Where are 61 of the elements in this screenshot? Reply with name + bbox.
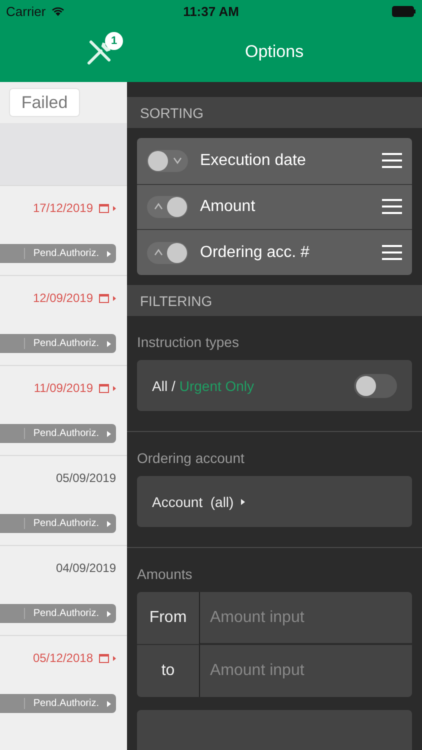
status-bar[interactable]: Pend.Authoriz. xyxy=(0,604,116,623)
status-label: Pend.Authoriz. xyxy=(33,518,99,529)
caret-icon xyxy=(107,520,111,526)
urgent-switch[interactable] xyxy=(354,374,397,398)
calendar-icon xyxy=(99,294,116,302)
section-title: FILTERING xyxy=(140,292,212,308)
field-label: Amounts xyxy=(136,565,194,584)
execution-date: 17/12/2019 xyxy=(32,201,93,215)
calendar-icon xyxy=(99,654,116,662)
calendar-icon xyxy=(99,204,116,212)
caret-icon xyxy=(107,700,111,706)
execution-date: 11/09/2019 xyxy=(34,381,93,395)
caret-icon xyxy=(107,430,111,436)
calendar-icon xyxy=(99,384,116,392)
sort-field-label: Ordering acc. # xyxy=(200,244,310,262)
amount-input-field[interactable]: Amount input xyxy=(200,592,412,644)
carrier-label: Carrier xyxy=(6,4,46,18)
from-label: From xyxy=(137,592,200,645)
field-label: Instruction types xyxy=(136,333,240,352)
status-label: Pend.Authoriz. xyxy=(33,698,99,709)
all-label: All / xyxy=(152,378,176,394)
drag-handle-icon[interactable] xyxy=(382,245,402,260)
notification-badge: 1 xyxy=(105,32,123,50)
section-title: SORTING xyxy=(140,104,204,120)
status-bar[interactable]: Pend.Authoriz. xyxy=(0,244,116,263)
status-time: 11:37 AM xyxy=(183,4,239,18)
account-selector[interactable]: Account (all) xyxy=(137,476,412,527)
status-label: Pend.Authoriz. xyxy=(33,608,99,619)
execution-date: 12/09/2019 xyxy=(32,291,93,305)
sort-field-label: Execution date xyxy=(200,152,307,170)
field-label: Ordering account xyxy=(136,449,246,468)
execution-date: 05/09/2019 xyxy=(56,471,116,485)
caret-icon xyxy=(240,498,245,504)
execution-date: 04/09/2019 xyxy=(56,561,116,575)
caret-icon xyxy=(107,250,111,256)
status-label: Pend.Authoriz. xyxy=(33,338,99,349)
drag-handle-icon[interactable] xyxy=(382,153,402,168)
caret-icon xyxy=(107,340,111,346)
failed-filter-button[interactable]: Failed xyxy=(9,88,80,117)
status-bar[interactable]: Pend.Authoriz. xyxy=(0,334,116,353)
screen-title: Options xyxy=(245,42,304,62)
chevron-down-icon xyxy=(173,157,182,164)
sort-direction-toggle[interactable] xyxy=(147,196,188,218)
to-label: to xyxy=(137,645,200,697)
battery-icon xyxy=(392,6,416,16)
status-bar[interactable]: Pend.Authoriz. xyxy=(0,424,116,443)
sort-direction-toggle[interactable] xyxy=(147,150,188,172)
chevron-up-icon xyxy=(154,203,163,210)
urgent-only-label: Urgent Only xyxy=(179,378,256,394)
status-bar[interactable]: Pend.Authoriz. xyxy=(0,514,116,533)
sort-direction-toggle[interactable] xyxy=(147,242,188,264)
status-label: Pend.Authoriz. xyxy=(33,428,99,439)
execution-date: 05/12/2018 xyxy=(32,651,93,665)
amount-input-field[interactable]: Amount input xyxy=(200,645,412,697)
status-bar[interactable]: Pend.Authoriz. xyxy=(0,694,116,713)
status-label: Pend.Authoriz. xyxy=(33,248,99,259)
chevron-up-icon xyxy=(154,249,163,256)
wifi-icon xyxy=(50,6,65,16)
sort-field-label: Amount xyxy=(200,198,256,216)
caret-icon xyxy=(107,610,111,616)
drag-handle-icon[interactable] xyxy=(382,199,402,214)
